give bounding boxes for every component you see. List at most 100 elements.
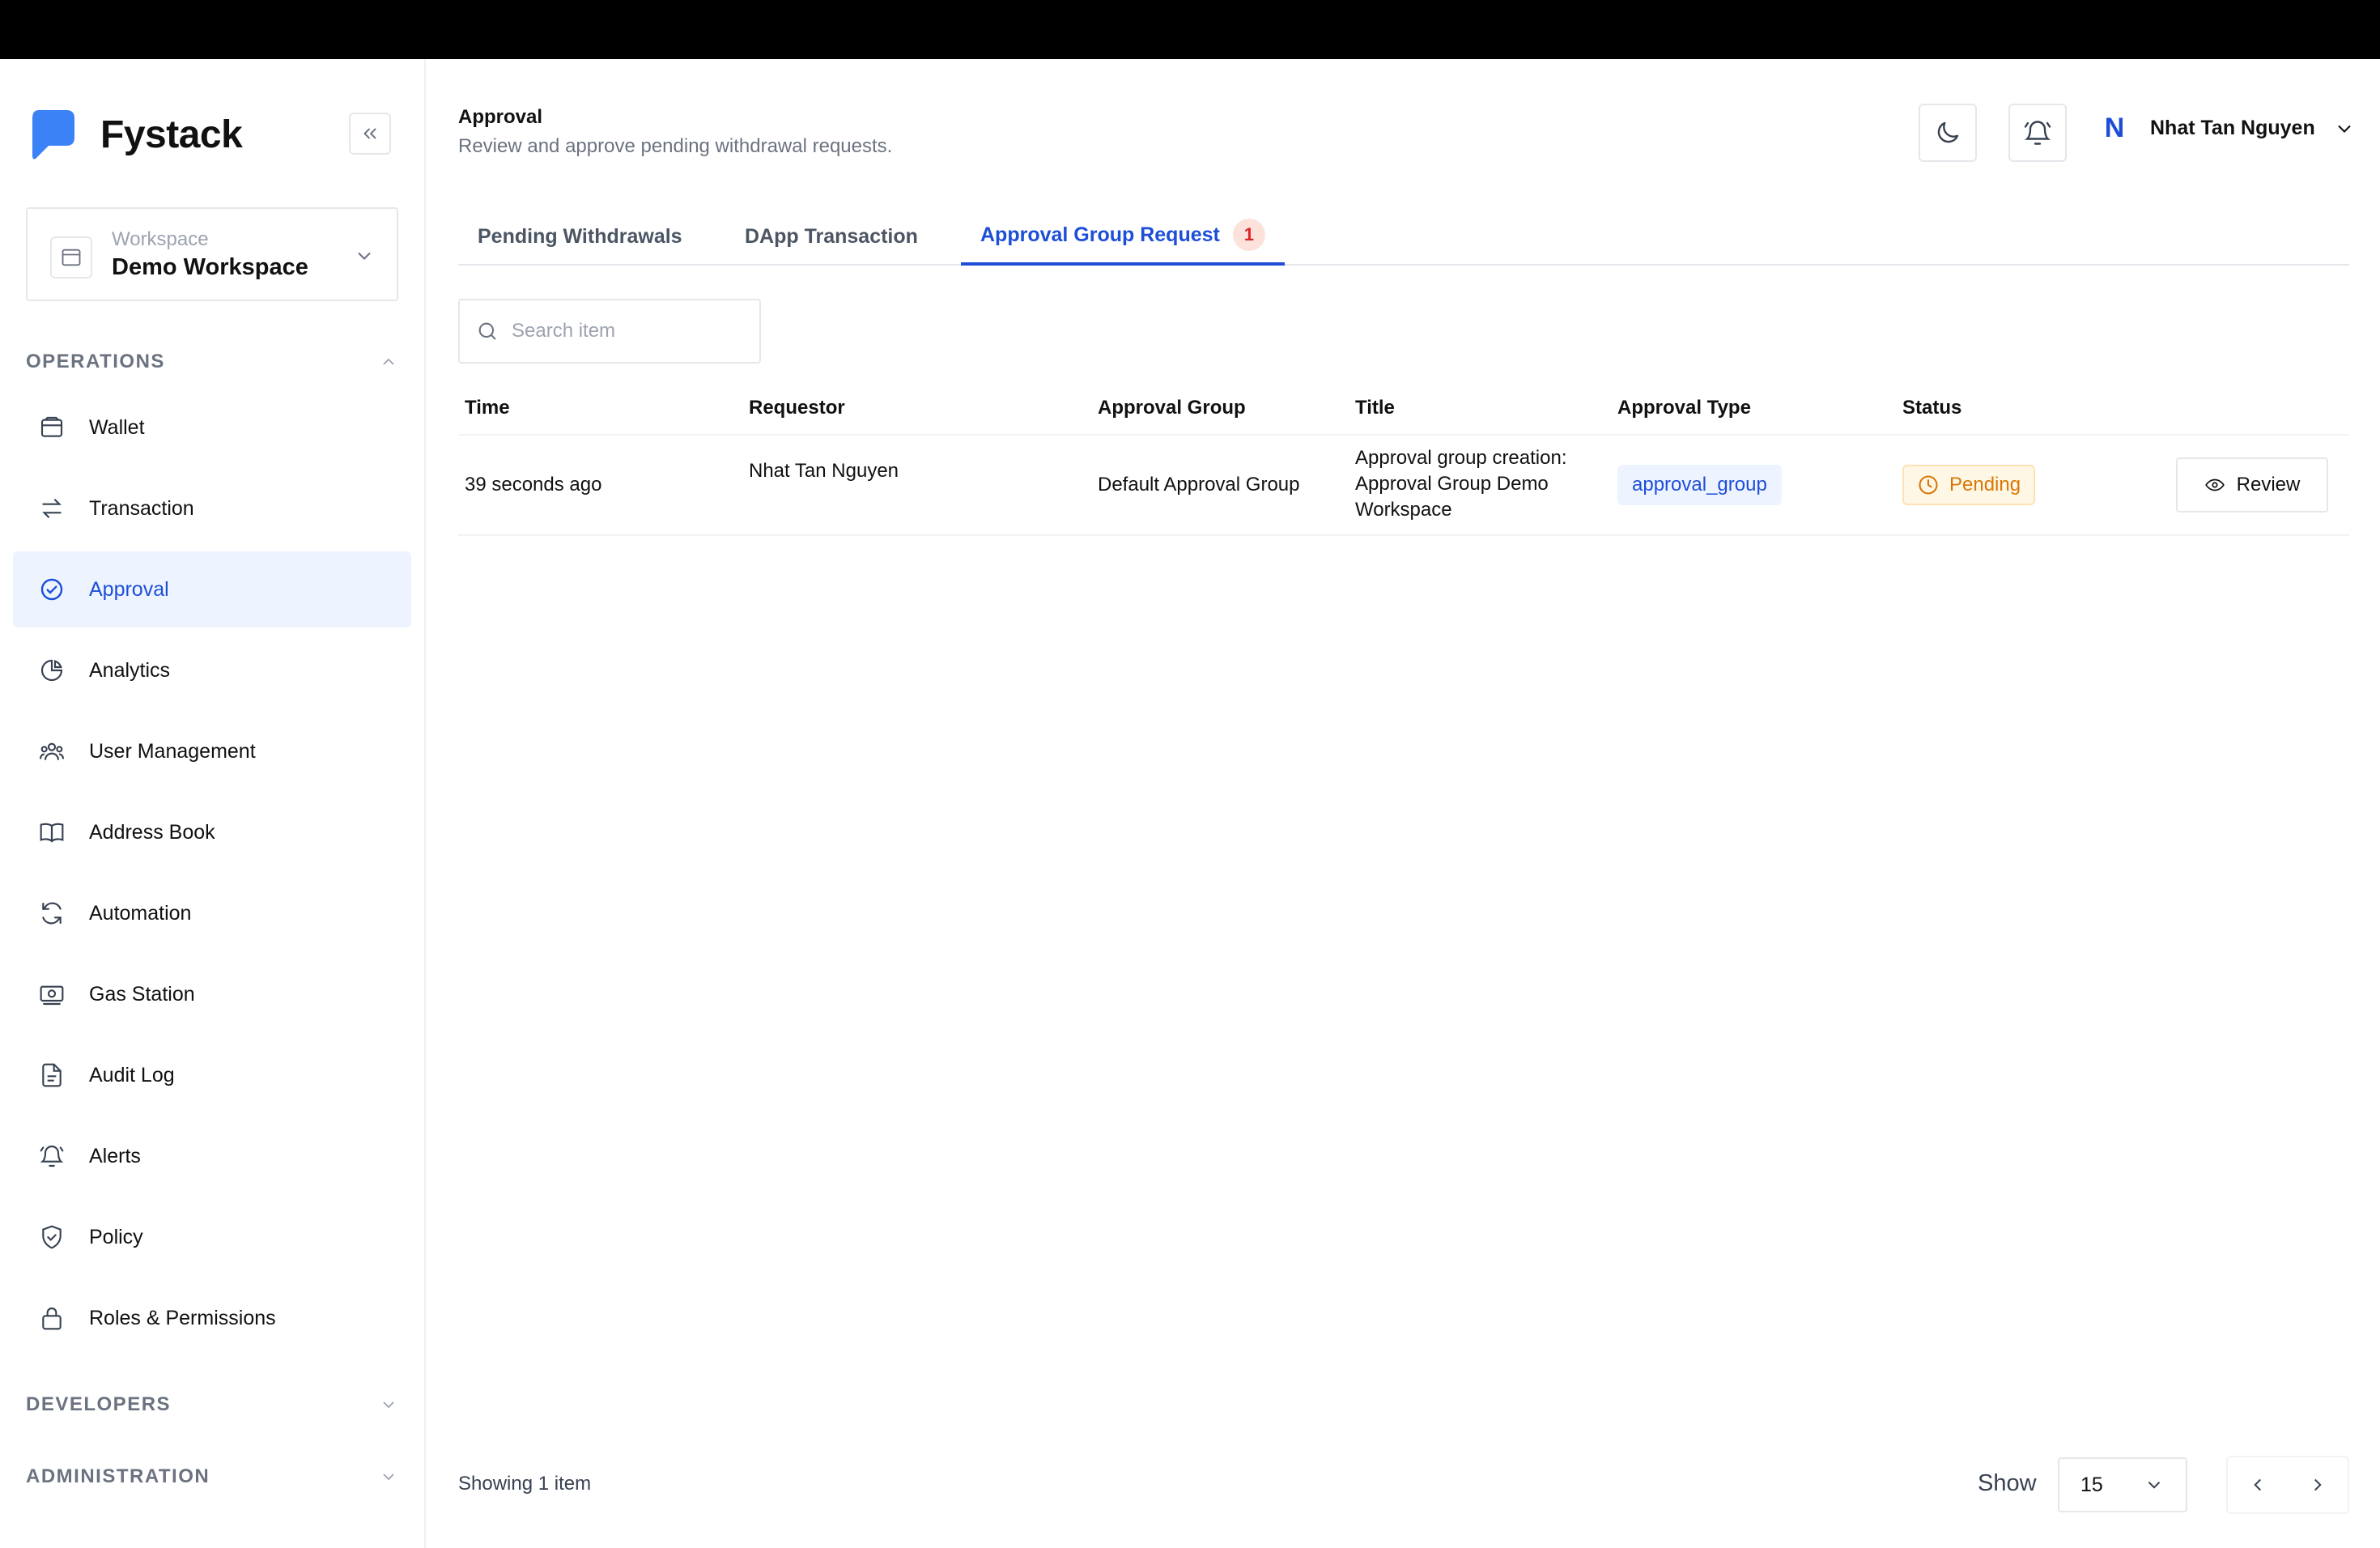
- tab-approval-group-request[interactable]: Approval Group Request 1: [961, 207, 1285, 266]
- brand: Fystack: [31, 108, 243, 160]
- sidebar-item-analytics[interactable]: Analytics: [13, 632, 411, 708]
- pagination: [2226, 1456, 2349, 1514]
- column-header-status: Status: [1902, 397, 1962, 419]
- check-circle-icon: [37, 575, 66, 604]
- approval-tabs: Pending Withdrawals DApp Transaction App…: [458, 207, 2349, 266]
- status-label: Pending: [1949, 474, 2021, 495]
- tab-label: DApp Transaction: [745, 224, 918, 248]
- sidebar-item-label: Approval: [89, 577, 169, 601]
- clock-icon: [1917, 474, 1940, 496]
- section-administration[interactable]: ADMINISTRATION: [26, 1461, 398, 1493]
- sidebar-item-wallet[interactable]: Wallet: [13, 389, 411, 466]
- file-icon: [37, 1061, 66, 1090]
- column-header-time: Time: [465, 397, 510, 419]
- sidebar-item-user-management[interactable]: User Management: [13, 713, 411, 789]
- sidebar-item-label: Gas Station: [89, 982, 195, 1006]
- sidebar-item-audit-log[interactable]: Audit Log: [13, 1037, 411, 1113]
- sidebar-item-automation[interactable]: Automation: [13, 875, 411, 951]
- title-line: Workspace: [1355, 499, 1452, 521]
- sidebar-item-alerts[interactable]: Alerts: [13, 1118, 411, 1194]
- section-operations[interactable]: OPERATIONS: [26, 346, 398, 378]
- title-line: Approval group creation:: [1355, 447, 1567, 469]
- workspace-name: Demo Workspace: [112, 254, 308, 280]
- column-header-approval-group: Approval Group: [1098, 397, 1246, 419]
- search-input[interactable]: [512, 320, 738, 342]
- theme-toggle-button[interactable]: [1919, 104, 1977, 162]
- workspace-label: Workspace: [112, 228, 209, 250]
- sidebar-item-transaction[interactable]: Transaction: [13, 470, 411, 546]
- section-operations-label: OPERATIONS: [26, 351, 165, 372]
- tab-label: Pending Withdrawals: [478, 224, 682, 248]
- table-divider: [458, 534, 2349, 536]
- chevron-up-icon: [383, 358, 394, 365]
- count-badge: 1: [1232, 219, 1265, 251]
- lock-icon: [37, 1303, 66, 1333]
- sidebar-item-label: Audit Log: [89, 1063, 175, 1087]
- sidebar: Fystack Workspace Demo Workspace OPERATI…: [0, 59, 426, 1548]
- page-size-value: 15: [2080, 1473, 2103, 1496]
- page-size-label: Show: [1978, 1470, 2037, 1496]
- tab-dapp-transaction[interactable]: DApp Transaction: [745, 207, 918, 266]
- eye-icon: [2204, 474, 2225, 495]
- avatar: N: [2104, 113, 2125, 143]
- item-count: Showing 1 item: [458, 1473, 592, 1495]
- sidebar-item-label: Policy: [89, 1225, 143, 1248]
- os-top-bar: [0, 0, 2380, 59]
- column-header-approval-type: Approval Type: [1617, 397, 1751, 419]
- sidebar-item-label: Alerts: [89, 1144, 141, 1167]
- workspace-selector[interactable]: Workspace Demo Workspace: [26, 207, 398, 301]
- tab-label: Approval Group Request: [980, 223, 1220, 246]
- tab-pending-withdrawals[interactable]: Pending Withdrawals: [478, 207, 682, 266]
- sidebar-item-roles-permissions[interactable]: Roles & Permissions: [13, 1280, 411, 1356]
- review-button[interactable]: Review: [2176, 457, 2328, 512]
- sidebar-item-label: Address Book: [89, 820, 215, 844]
- page-subtitle: Review and approve pending withdrawal re…: [458, 135, 893, 157]
- approval-type-badge: approval_group: [1617, 465, 1782, 505]
- sidebar-item-label: Wallet: [89, 415, 145, 439]
- book-icon: [37, 818, 66, 847]
- pie-chart-icon: [37, 656, 66, 685]
- workspace-icon: [50, 236, 92, 279]
- section-developers-label: DEVELOPERS: [26, 1393, 172, 1415]
- search-icon: [476, 319, 500, 343]
- collapse-sidebar-button[interactable]: [349, 113, 391, 155]
- sidebar-item-policy[interactable]: Policy: [13, 1199, 411, 1275]
- brand-name: Fystack: [100, 113, 243, 156]
- previous-page-button[interactable]: [2228, 1457, 2288, 1512]
- cell-requestor: Nhat Tan Nguyen: [749, 460, 899, 482]
- sidebar-item-label: Roles & Permissions: [89, 1306, 276, 1329]
- sidebar-item-approval[interactable]: Approval: [13, 551, 411, 627]
- moon-icon: [1937, 121, 1959, 143]
- chevron-down-icon: [383, 1401, 394, 1409]
- section-administration-label: ADMINISTRATION: [26, 1465, 210, 1487]
- chevrons-left-icon: [363, 128, 376, 139]
- arrows-swap-icon: [37, 494, 66, 523]
- column-header-requestor: Requestor: [749, 397, 845, 419]
- users-icon: [37, 737, 66, 766]
- sidebar-item-label: Automation: [89, 901, 192, 925]
- sidebar-item-label: Transaction: [89, 496, 194, 520]
- shield-icon: [37, 1223, 66, 1252]
- section-developers[interactable]: DEVELOPERS: [26, 1389, 398, 1421]
- banknote-icon: [37, 980, 66, 1009]
- chevron-left-icon: [2254, 1478, 2261, 1491]
- sidebar-item-address-book[interactable]: Address Book: [13, 794, 411, 870]
- bell-icon: [2024, 121, 2051, 145]
- page-title: Approval: [458, 106, 543, 128]
- bell-icon: [37, 1142, 66, 1171]
- user-menu[interactable]: N Nhat Tan Nguyen: [2097, 113, 2356, 144]
- sidebar-item-gas-station[interactable]: Gas Station: [13, 956, 411, 1032]
- search-box: [458, 299, 761, 364]
- notifications-button[interactable]: [2008, 104, 2067, 162]
- column-header-title: Title: [1355, 397, 1395, 419]
- page-size-select[interactable]: 15: [2058, 1457, 2187, 1512]
- cell-time: 39 seconds ago: [465, 474, 602, 495]
- next-page-button[interactable]: [2288, 1457, 2348, 1512]
- chevron-down-icon: [2148, 1482, 2161, 1489]
- status-badge: Pending: [1902, 465, 2036, 505]
- chevron-down-icon: [358, 252, 371, 260]
- chevron-down-icon: [383, 1474, 394, 1481]
- fystack-logo-icon: [32, 110, 74, 159]
- sidebar-item-label: User Management: [89, 739, 256, 763]
- sidebar-item-label: Analytics: [89, 658, 171, 682]
